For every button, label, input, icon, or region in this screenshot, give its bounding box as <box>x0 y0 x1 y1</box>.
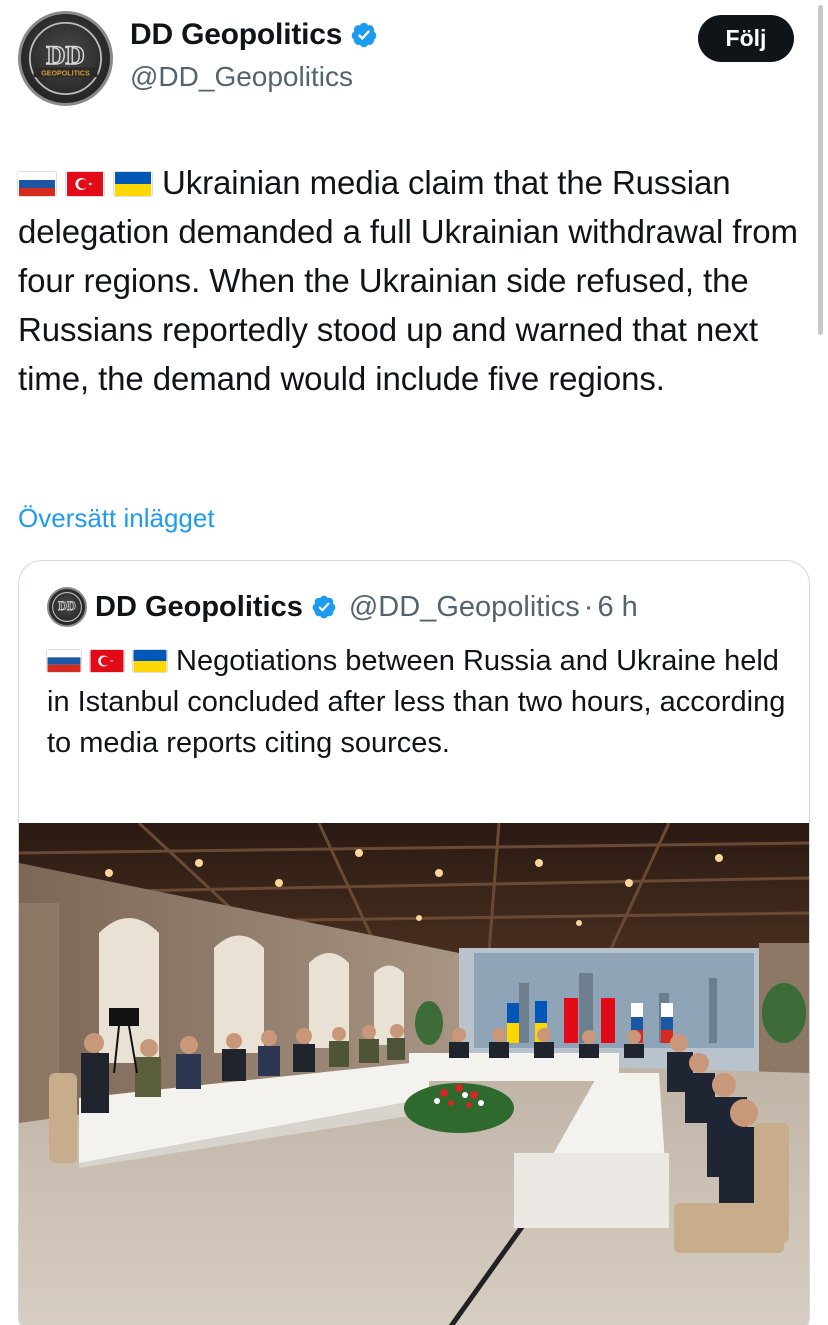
ukraine-flag-icon <box>114 172 152 196</box>
author-name-text[interactable]: DD Geopolitics <box>130 18 342 52</box>
quoted-tweet-header: DD DD Geopolitics @DD_Geopolitics · 6 h <box>47 587 638 627</box>
translate-post-link[interactable]: Översätt inlägget <box>18 503 215 534</box>
author-avatar[interactable]: DD GEOPOLITICS <box>18 11 113 106</box>
tweet-text: Ukrainian media claim that the Russian d… <box>18 158 818 403</box>
author-name[interactable]: DD Geopolitics <box>130 18 378 52</box>
ukraine-flag-icon <box>133 650 167 672</box>
quoted-tweet-text: Negotiations between Russia and Ukraine … <box>47 641 787 764</box>
meeting-room-image <box>19 823 809 1325</box>
svg-text:GEOPOLITICS: GEOPOLITICS <box>41 69 90 77</box>
quoted-author-name[interactable]: DD Geopolitics <box>95 591 303 624</box>
quoted-author-handle[interactable]: @DD_Geopolitics <box>349 591 580 624</box>
turkey-flag-icon <box>66 172 104 196</box>
turkey-flag-icon <box>90 650 124 672</box>
verified-badge-icon <box>312 595 336 619</box>
dd-logo-icon: DD GEOPOLITICS <box>29 22 102 95</box>
quoted-timestamp[interactable]: 6 h <box>597 591 637 624</box>
svg-text:DD: DD <box>46 40 85 70</box>
scrollbar[interactable] <box>818 5 823 335</box>
svg-text:DD: DD <box>58 599 76 613</box>
follow-button[interactable]: Följ <box>698 15 794 62</box>
quoted-tweet-card[interactable]: DD DD Geopolitics @DD_Geopolitics · 6 h … <box>18 560 810 1325</box>
author-handle[interactable]: @DD_Geopolitics <box>130 61 353 93</box>
russia-flag-icon <box>18 172 56 196</box>
dd-logo-icon: DD <box>52 592 82 622</box>
russia-flag-icon <box>47 650 81 672</box>
meeting-room-photo[interactable] <box>19 823 809 1325</box>
tweet-body: Ukrainian media claim that the Russian d… <box>18 164 798 397</box>
quoted-author-avatar[interactable]: DD <box>47 587 87 627</box>
separator-dot: · <box>583 590 594 623</box>
verified-badge-icon <box>351 22 377 48</box>
